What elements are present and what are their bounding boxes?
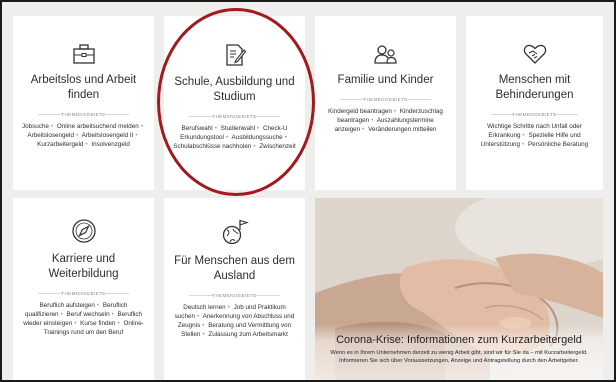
tile-link[interactable]: Deutsch lernen — [183, 304, 225, 311]
tile-link[interactable]: Kurzarbeitergeld — [37, 141, 83, 148]
tile-link[interactable]: Kindergeld beantragen — [328, 108, 392, 115]
handshake-heart-icon — [523, 44, 546, 64]
feature-title[interactable]: Corona-Krise: Informationen zum Kurzarbe… — [315, 334, 603, 346]
tile-title[interactable]: Für Menschen aus dem Ausland — [164, 254, 305, 284]
tile-kicker: THEMENGEBIETE — [189, 293, 280, 298]
tile-link[interactable]: Ausbildungssuche — [232, 134, 283, 141]
tile-link[interactable]: Zwischenzeit — [259, 143, 295, 150]
feature-tile-kurzarbeitergeld[interactable]: Corona-Krise: Informationen zum Kurzarbe… — [315, 198, 603, 380]
tile-link[interactable]: Schulabschlüsse nachholen — [173, 143, 251, 150]
family-icon — [373, 45, 397, 64]
topic-tile-behinderungen[interactable]: Menschen mit Behinderungen THEMENGEBIETE… — [466, 16, 603, 190]
tile-link[interactable]: Beruflich aufsteigen — [40, 302, 95, 309]
topic-tile-familie[interactable]: Familie und Kinder THEMENGEBIETE Kinderg… — [315, 16, 456, 190]
feature-caption: Corona-Krise: Informationen zum Kurzarbe… — [315, 324, 603, 380]
tile-kicker: THEMENGEBIETE — [340, 97, 431, 102]
tile-links: Berufswahl • Studienwahl • Check-U Erkundu… — [173, 125, 296, 150]
feature-text: Wenn es in Ihrem Unternehmen derzeit zu … — [330, 350, 588, 364]
topic-tile-ausland[interactable]: Für Menschen aus dem Ausland THEMENGEBIE… — [164, 198, 305, 380]
tile-link[interactable]: Veränderungen mitteilen — [368, 126, 436, 133]
tile-link[interactable]: Studienwahl — [221, 125, 255, 132]
tile-title[interactable]: Familie und Kinder — [315, 73, 456, 88]
topic-tile-schule[interactable]: Schule, Ausbildung und Studium THEMENGEB… — [164, 16, 305, 190]
document-pen-icon — [225, 44, 246, 66]
tile-link[interactable]: Zulassung zum Arbeitsmarkt — [208, 331, 287, 338]
page-frame: Arbeitslos und Arbeit finden THEMENGEBIE… — [2, 2, 614, 380]
tile-kicker: THEMENGEBIETE — [189, 114, 280, 119]
tile-links: Jobsuche • Online arbeitsuchend melden • A… — [21, 123, 144, 148]
tile-links: Beruflich aufsteigen • Beruflich qualifiz… — [23, 302, 144, 336]
tile-kicker: THEMENGEBIETE — [38, 112, 129, 117]
tile-links: Kindergeld beantragen • Kinderzuschlag be… — [328, 108, 443, 133]
briefcase-icon — [72, 44, 95, 64]
globe-flag-icon — [222, 219, 249, 245]
tile-links: Wichtige Schritte nach Unfall oder Erkra… — [480, 123, 589, 148]
topic-tile-arbeitslos[interactable]: Arbeitslos und Arbeit finden THEMENGEBIE… — [13, 16, 154, 190]
tile-link[interactable]: Berufswahl — [182, 125, 213, 132]
tile-link[interactable]: Insolvenzgeld — [91, 141, 130, 148]
tile-kicker: THEMENGEBIETE — [38, 291, 129, 296]
tile-link[interactable]: Jobsuche — [22, 123, 49, 130]
tile-link[interactable]: Persönliche Beratung — [528, 141, 588, 148]
tile-title[interactable]: Arbeitslos und Arbeit finden — [13, 73, 154, 103]
tile-link[interactable]: Online arbeitsuchend melden — [57, 123, 139, 130]
tile-title[interactable]: Menschen mit Behinderungen — [466, 73, 603, 103]
tile-link[interactable]: Kurse finden — [80, 320, 115, 327]
topic-tile-karriere[interactable]: Karriere und Weiterbildung THEMENGEBIETE… — [13, 198, 154, 380]
tile-links: Deutsch lernen • Job und Praktikum suchen… — [174, 304, 295, 338]
tile-title[interactable]: Schule, Ausbildung und Studium — [164, 75, 305, 105]
tile-link[interactable]: Beruf wechseln — [67, 311, 110, 318]
tile-kicker: THEMENGEBIETE — [490, 112, 579, 117]
tile-link[interactable]: Arbeitslosengeld — [27, 132, 74, 139]
tile-link[interactable]: Arbeitslosengeld II — [82, 132, 134, 139]
tile-title[interactable]: Karriere und Weiterbildung — [13, 252, 154, 282]
compass-icon — [71, 219, 96, 243]
